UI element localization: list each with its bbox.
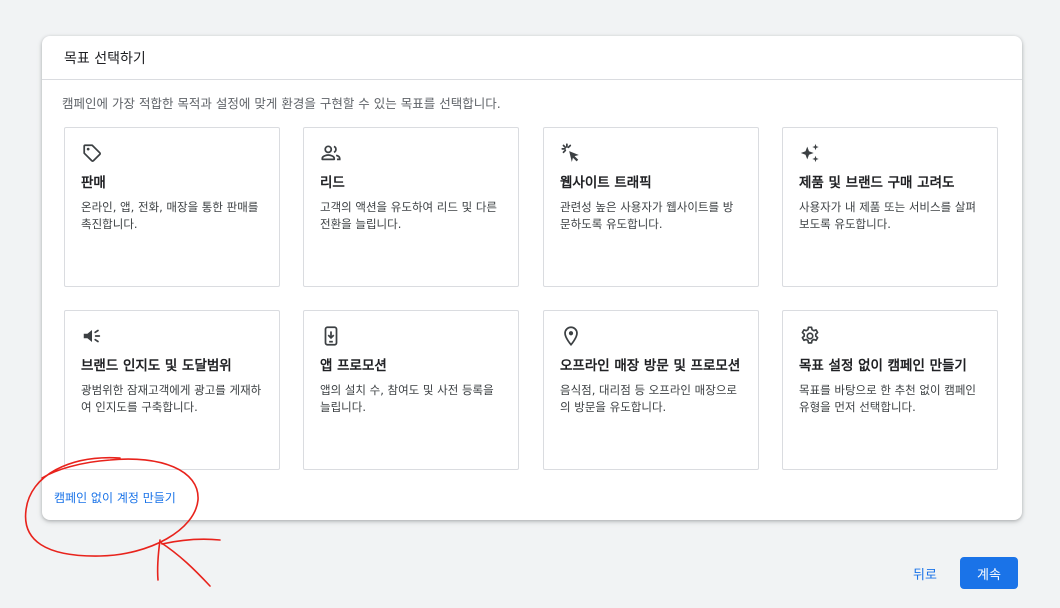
goal-title: 제품 및 브랜드 구매 고려도 xyxy=(799,175,955,191)
gear-icon xyxy=(799,325,821,347)
goal-description: 관련성 높은 사용자가 웹사이트를 방문하도록 유도합니다. xyxy=(560,200,734,231)
people-icon xyxy=(320,142,342,164)
create-account-without-campaign-link[interactable]: 캠페인 없이 계정 만들기 xyxy=(54,489,176,506)
back-button[interactable]: 뒤로 xyxy=(905,557,945,589)
goal-title: 판매 xyxy=(81,175,106,191)
goal-description: 사용자가 내 제품 또는 서비스를 살펴보도록 유도합니다. xyxy=(799,200,976,231)
goal-title: 오프라인 매장 방문 및 프로모션 xyxy=(560,358,741,374)
goal-card-sales[interactable]: 판매 온라인, 앱, 전화, 매장을 통한 판매를 촉진합니다. xyxy=(64,127,280,287)
goal-card-leads[interactable]: 리드 고객의 액션을 유도하여 리드 및 다른 전환을 늘립니다. xyxy=(303,127,519,287)
goal-card-brand-awareness[interactable]: 브랜드 인지도 및 도달범위 광범위한 잠재고객에게 광고를 게재하여 인지도를… xyxy=(64,310,280,470)
goal-title: 브랜드 인지도 및 도달범위 xyxy=(81,358,232,374)
goal-title: 앱 프로모션 xyxy=(320,358,387,374)
goal-card-website-traffic[interactable]: 웹사이트 트래픽 관련성 높은 사용자가 웹사이트를 방문하도록 유도합니다. xyxy=(543,127,759,287)
goal-description: 앱의 설치 수, 참여도 및 사전 등록을 늘립니다. xyxy=(320,383,494,414)
goal-card-consideration[interactable]: 제품 및 브랜드 구매 고려도 사용자가 내 제품 또는 서비스를 살펴보도록 … xyxy=(782,127,998,287)
goal-description: 온라인, 앱, 전화, 매장을 통한 판매를 촉진합니다. xyxy=(81,200,259,231)
goal-description: 광범위한 잠재고객에게 광고를 게재하여 인지도를 구축합니다. xyxy=(81,383,262,414)
location-pin-icon xyxy=(560,325,582,347)
mobile-download-icon xyxy=(320,325,342,347)
goal-title: 웹사이트 트래픽 xyxy=(560,175,652,191)
goal-title: 목표 설정 없이 캠페인 만들기 xyxy=(799,358,967,374)
continue-button[interactable]: 계속 xyxy=(960,557,1018,589)
cursor-click-icon xyxy=(560,142,582,164)
goal-title: 리드 xyxy=(320,175,345,191)
goal-card-local-store-visits[interactable]: 오프라인 매장 방문 및 프로모션 음식점, 대리점 등 오프라인 매장으로의 … xyxy=(543,310,759,470)
dialog-description: 캠페인에 가장 적합한 목적과 설정에 맞게 환경을 구현할 수 있는 목표를 … xyxy=(62,96,501,111)
goal-description: 목표를 바탕으로 한 추천 없이 캠페인 유형을 먼저 선택합니다. xyxy=(799,383,976,414)
tag-icon xyxy=(81,142,103,164)
sparkle-icon xyxy=(799,142,821,164)
goal-description: 고객의 액션을 유도하여 리드 및 다른 전환을 늘립니다. xyxy=(320,200,497,231)
goal-description: 음식점, 대리점 등 오프라인 매장으로의 방문을 유도합니다. xyxy=(560,383,737,414)
goal-card-app-promotion[interactable]: 앱 프로모션 앱의 설치 수, 참여도 및 사전 등록을 늘립니다. xyxy=(303,310,519,470)
speaker-icon xyxy=(81,325,103,347)
goal-card-no-goal[interactable]: 목표 설정 없이 캠페인 만들기 목표를 바탕으로 한 추천 없이 캠페인 유형… xyxy=(782,310,998,470)
goal-selection-dialog: 목표 선택하기 캠페인에 가장 적합한 목적과 설정에 맞게 환경을 구현할 수… xyxy=(42,36,1022,520)
dialog-title: 목표 선택하기 xyxy=(42,36,1022,80)
